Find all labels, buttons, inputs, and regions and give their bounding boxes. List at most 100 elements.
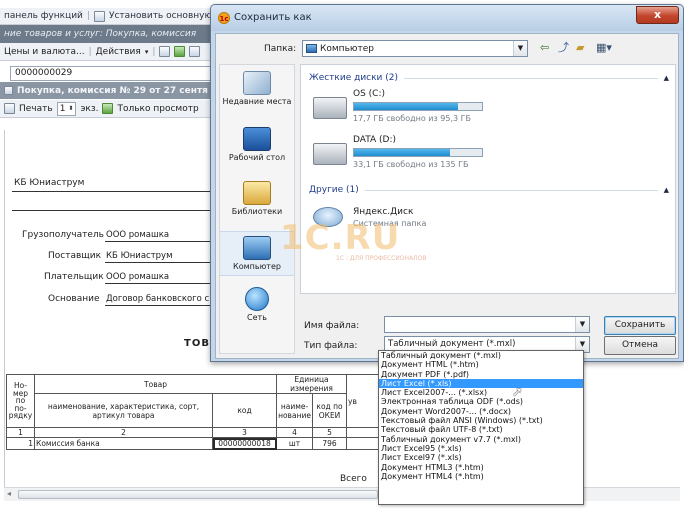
set-default-link[interactable]: Установить основную ор (109, 11, 226, 21)
drive-item[interactable]: DATA (D:) 33,1 ГБ свободно из 135 ГБ (313, 135, 513, 175)
refresh-icon[interactable] (174, 46, 186, 57)
scroll-left-icon[interactable]: ◂ (7, 489, 11, 498)
place-desktop[interactable]: Рабочий стол (220, 127, 294, 162)
place-label: Рабочий стол (228, 153, 286, 162)
filename-input[interactable]: ▼ (384, 316, 590, 333)
desktop-icon (243, 127, 271, 151)
stepper-arrows-icon[interactable]: ⬍ (68, 105, 73, 112)
place-label: Компьютер (233, 262, 281, 271)
filetype-option[interactable]: Документ HTML3 (*.htm) (379, 463, 583, 472)
cancel-button[interactable]: Отмена (604, 336, 676, 355)
place-network[interactable]: Сеть (220, 287, 294, 322)
divider (12, 210, 222, 211)
goods-table: Но- мер по по- рядку Товар Единица измер… (6, 374, 380, 450)
payer-value: ООО ромашка (106, 272, 170, 282)
print-button[interactable]: Печать (19, 104, 53, 114)
printer-icon[interactable] (4, 103, 15, 114)
row-unit: шт (276, 437, 314, 450)
document-window-title-text: ние товаров и услуг: Покупка, комиссия (4, 29, 197, 39)
new-folder-icon[interactable]: ▰ (576, 42, 584, 54)
drive-free-space: 33,1 ГБ свободно из 135 ГБ (353, 160, 469, 169)
drive-free-space: 17,7 ГБ свободно из 95,3 ГБ (353, 114, 472, 123)
filetype-value: Табличный документ (*.mxl) (388, 339, 516, 349)
computer-icon (306, 44, 317, 53)
filetype-option[interactable]: Табличный документ (*.mxl) (379, 351, 583, 360)
chevron-down-icon[interactable]: ▼ (513, 41, 527, 56)
functions-panel-link[interactable]: панель функций (4, 11, 83, 21)
copies-value: 1 (59, 103, 66, 114)
view-menu-icon[interactable]: ▦▾ (596, 42, 612, 54)
consignee-value: ООО ромашка (106, 230, 170, 240)
collapse-icon[interactable]: ▲ (664, 74, 669, 82)
copies-unit: экз. (80, 103, 99, 114)
filetype-option[interactable]: Документ HTML (*.htm) (379, 360, 583, 369)
dialog-title: Сохранить как (234, 12, 312, 23)
save-button[interactable]: Сохранить (604, 316, 676, 335)
save-icon[interactable] (159, 46, 171, 57)
filetype-option[interactable]: Текстовый файл ANSI (Windows) (*.txt) (379, 416, 583, 425)
filetype-option[interactable]: Табличный документ v7.7 (*.mxl) (379, 435, 583, 444)
computer-icon (243, 236, 271, 260)
filetype-option[interactable]: Лист Excel95 (*.xls) (379, 444, 583, 453)
chevron-down-icon[interactable]: ▼ (575, 317, 589, 332)
col-number: 3 (211, 427, 278, 438)
divider (12, 191, 222, 192)
filetype-option[interactable]: Документ HTML4 (*.htm) (379, 472, 583, 481)
filetype-option[interactable]: Документ Word2007-... (*.docx) (379, 407, 583, 416)
supplier-value: КБ Юниаструм (106, 251, 173, 261)
actions-menu[interactable]: Действия (96, 47, 141, 57)
document-icon (4, 86, 13, 95)
total-label: Всего (340, 474, 367, 484)
print-form-title-text: Покупка, комиссия № 29 от 27 сентя (17, 85, 208, 96)
place-label: Сеть (247, 313, 267, 322)
prices-currency-menu[interactable]: Цены и валюта... (4, 47, 85, 57)
drive-item[interactable]: OS (C:) 17,7 ГБ свободно из 95,3 ГБ (313, 89, 513, 129)
filetype-option[interactable]: Лист Excel2007-... (*.xlsx) (379, 388, 583, 397)
up-folder-icon[interactable]: ⤴ (558, 42, 569, 54)
row-okei: 796 (312, 437, 348, 450)
copies-stepper[interactable]: 1 ⬍ (56, 101, 77, 116)
group-header-other[interactable]: Другие (1) ▲ (309, 185, 669, 195)
filename-label: Имя файла: (304, 321, 360, 331)
filetype-option[interactable]: Документ PDF (*.pdf) (379, 370, 583, 379)
close-button[interactable]: x (636, 6, 679, 24)
consignee-label: Грузополучатель (22, 230, 104, 240)
document-window-title: ние товаров и услуг: Покупка, комиссия (0, 25, 230, 43)
app-1c-icon: 1с (218, 12, 230, 24)
header-number: Но- мер по по- рядку (6, 374, 35, 428)
filetype-option[interactable]: Лист Excel (*.xls) (379, 378, 583, 389)
dialog-titlebar[interactable]: 1с Сохранить как x (211, 5, 683, 31)
filetype-option[interactable]: Текстовый файл UTF-8 (*.txt) (379, 425, 583, 434)
chevron-down-icon[interactable]: ▾ (145, 48, 149, 56)
copy-icon[interactable] (189, 46, 201, 57)
back-icon[interactable]: ⇦ (540, 42, 549, 54)
table-row: 1 Комиссия банка 00000000018 шт 796 (6, 437, 380, 450)
view-only-toggle[interactable]: Только просмотр (117, 104, 198, 114)
view-only-icon[interactable] (102, 103, 114, 114)
libraries-icon (243, 181, 271, 205)
collapse-icon[interactable]: ▲ (664, 186, 669, 194)
col-number: 2 (34, 427, 213, 438)
watermark-subtitle: 1С : ДЛЯ ПРОФЕССИОНАЛОВ (336, 255, 427, 262)
filetype-option[interactable]: Лист Excel97 (*.xls) (379, 453, 583, 462)
col-number (346, 427, 380, 438)
group-header-hard-drives[interactable]: Жесткие диски (2) ▲ (309, 73, 669, 83)
drive-name: DATA (D:) (353, 135, 397, 145)
group-divider (364, 189, 658, 191)
row-code[interactable]: 00000000018 (211, 437, 278, 450)
scrollbar-thumb[interactable] (18, 490, 378, 499)
place-libraries[interactable]: Библиотеки (220, 181, 294, 216)
place-label: Недавние места (222, 97, 292, 106)
filetype-option[interactable]: Электронная таблица ODF (*.ods) (379, 397, 583, 406)
place-recent[interactable]: Недавние места (220, 71, 294, 106)
filetype-label: Тип файла: (304, 341, 358, 351)
filetype-dropdown-list: Табличный документ (*.mxl) Документ HTML … (378, 350, 584, 505)
lookin-combo[interactable]: Компьютер ▼ (302, 40, 528, 57)
document-number-field[interactable]: 0000000029 (10, 65, 230, 81)
save-as-dialog: 1с Сохранить как x Папка: Компьютер ▼ ⇦ … (210, 4, 684, 362)
goods-title-fragment: ТОВ (184, 338, 210, 349)
drive-usage-fill (354, 103, 458, 110)
recent-places-icon (243, 71, 271, 95)
windows-drive-icon (313, 97, 347, 119)
dialog-body: Папка: Компьютер ▼ ⇦ ⤴ ▰ ▦▾ Недавние мес… (215, 33, 679, 359)
